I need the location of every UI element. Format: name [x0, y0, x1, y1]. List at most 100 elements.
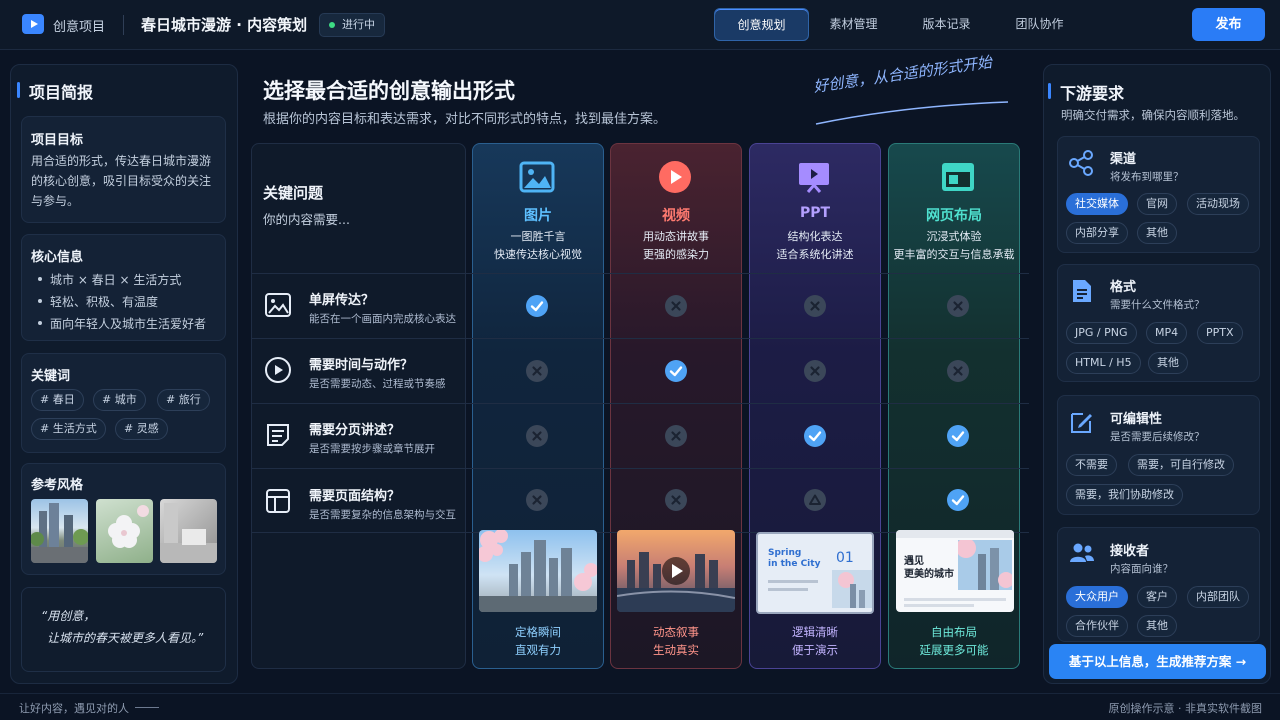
publish-button[interactable]: 发布	[1192, 8, 1265, 41]
editability-title: 可编辑性	[1110, 412, 1163, 427]
minimal-room-image[interactable]	[160, 499, 217, 563]
partial-mark-icon	[804, 489, 826, 511]
quote-line-1: “用创意，	[41, 609, 96, 623]
option-mp4[interactable]: MP4	[1146, 322, 1188, 344]
option-html-h5[interactable]: HTML / H5	[1066, 352, 1141, 374]
option-public[interactable]: 大众用户	[1066, 586, 1128, 608]
goal-text: 用合适的形式，传达春日城市漫游的核心创意，吸引目标受众的关注与参与。	[31, 154, 212, 208]
keyword-tag[interactable]: # 旅行	[157, 389, 210, 411]
ppt-preview[interactable]: Spring in the City 01	[756, 532, 874, 614]
status-badge: 进行中	[319, 13, 385, 37]
question-subtitle: 是否需要复杂的信息架构与交互	[309, 509, 456, 521]
caption-video-2: 生动真实	[653, 643, 699, 657]
reference-style-title: 参考风格	[31, 478, 84, 493]
ppt-preview-title-2: in the City	[768, 559, 821, 569]
divider	[123, 15, 124, 35]
layout-icon	[266, 489, 290, 513]
format-name-ppt: PPT	[799, 205, 831, 221]
play-icon	[659, 161, 691, 193]
channel-question: 将发布到哪里？	[1110, 171, 1184, 183]
format-desc-ppt: 结构化表达	[787, 230, 843, 243]
option-internal-share[interactable]: 内部分享	[1066, 222, 1128, 244]
format-desc-web-2: 更丰富的交互与信息承载	[893, 248, 1015, 261]
cherry-blossom-image[interactable]	[96, 499, 153, 563]
image-icon	[519, 161, 555, 193]
list-item: 城市 × 春日 × 生活方式	[36, 271, 181, 288]
cross-mark-icon	[526, 425, 548, 447]
format-title: 格式	[1110, 280, 1137, 295]
users-icon	[1070, 543, 1094, 562]
play-circle-icon	[265, 357, 291, 383]
keyword-tag[interactable]: # 灵感	[115, 418, 168, 440]
format-desc-video-2: 更强的感染力	[643, 248, 709, 261]
app-logo-icon	[22, 14, 44, 34]
option-official-site[interactable]: 官网	[1137, 193, 1177, 215]
option-event[interactable]: 活动现场	[1187, 193, 1249, 215]
option-client[interactable]: 客户	[1137, 586, 1177, 608]
question-subtitle: 能否在一个画面内完成核心表达	[309, 313, 456, 325]
project-title: 春日城市漫游 · 内容策划	[141, 16, 308, 34]
option-internal-team[interactable]: 内部团队	[1187, 586, 1249, 608]
format-name-web: 网页布局	[926, 208, 982, 224]
image-preview[interactable]	[479, 530, 597, 612]
tab-team[interactable]: 团队协作	[996, 8, 1083, 41]
question-header-subtitle: 你的内容需要...	[263, 212, 350, 227]
question-subtitle: 是否需要按步骤或章节展开	[309, 443, 435, 455]
option-no-edit[interactable]: 不需要	[1066, 454, 1117, 476]
recipient-question: 内容面向谁？	[1110, 563, 1173, 575]
caption-web: 自由布局	[931, 625, 977, 639]
keyword-tag[interactable]: # 城市	[93, 389, 146, 411]
ppt-preview-title-1: Spring	[768, 548, 802, 558]
caption-image: 定格瞬间	[515, 625, 561, 639]
question-title: 需要时间与动作？	[309, 358, 414, 373]
keywords-title: 关键词	[31, 369, 71, 384]
cross-mark-icon	[947, 295, 969, 317]
presentation-icon	[799, 163, 829, 193]
footer-note: 原创操作示意 · 非真实软件截图	[1108, 702, 1263, 715]
check-mark-icon	[526, 295, 548, 317]
video-preview[interactable]	[617, 530, 735, 612]
option-other[interactable]: 其他	[1137, 615, 1177, 637]
tab-creative-planning[interactable]: 创意规划	[714, 8, 809, 41]
format-question: 需要什么文件格式？	[1110, 299, 1205, 311]
slogan-underline	[815, 101, 1009, 125]
city-street-image[interactable]	[31, 499, 88, 563]
ppt-preview-number: 01	[836, 550, 854, 566]
tab-versions[interactable]: 版本记录	[903, 8, 990, 41]
row-divider	[251, 403, 1029, 404]
caption-video: 动态叙事	[653, 625, 699, 639]
keyword-tag[interactable]: # 生活方式	[31, 418, 106, 440]
document-icon	[267, 424, 289, 446]
goal-title: 项目目标	[31, 133, 84, 148]
option-other[interactable]: 其他	[1148, 352, 1188, 374]
footer-divider	[0, 693, 1280, 694]
option-jpg-png[interactable]: JPG / PNG	[1066, 322, 1137, 344]
web-preview[interactable]: 遇见 更美的城市	[896, 530, 1014, 612]
cross-mark-icon	[665, 295, 687, 317]
question-title: 需要分页讲述？	[309, 423, 401, 438]
question-subtitle: 是否需要动态、过程或节奏感	[309, 378, 446, 390]
generate-recommendation-button[interactable]: 基于以上信息，生成推荐方案 →	[1049, 644, 1266, 679]
panel-title: 下游要求	[1048, 80, 1124, 104]
option-other[interactable]: 其他	[1137, 222, 1177, 244]
format-desc-web: 沉浸式体验	[926, 230, 982, 243]
editability-question: 是否需要后续修改？	[1110, 431, 1205, 443]
row-divider	[251, 468, 1029, 469]
cross-mark-icon	[804, 360, 826, 382]
page-title: 选择最合适的创意输出形式	[263, 79, 515, 103]
caption-image-2: 直观有力	[515, 643, 561, 657]
option-pptx[interactable]: PPTX	[1197, 322, 1243, 344]
core-info-title: 核心信息	[31, 250, 84, 265]
format-desc-image: 一图胜千言	[510, 230, 566, 243]
check-mark-icon	[804, 425, 826, 447]
keyword-tag[interactable]: # 春日	[31, 389, 84, 411]
tab-assets[interactable]: 素材管理	[810, 8, 897, 41]
footer-line	[135, 707, 159, 708]
app-name[interactable]: 创意项目	[53, 16, 105, 35]
top-bar: 创意项目 春日城市漫游 · 内容策划 进行中 创意规划 素材管理 版本记录 团队…	[0, 0, 1280, 50]
option-self-edit[interactable]: 需要，可自行修改	[1128, 454, 1234, 476]
row-divider	[251, 338, 1029, 339]
option-partner[interactable]: 合作伙伴	[1066, 615, 1128, 637]
option-assisted-edit[interactable]: 需要，我们协助修改	[1066, 484, 1183, 506]
option-social-media[interactable]: 社交媒体	[1066, 193, 1128, 215]
